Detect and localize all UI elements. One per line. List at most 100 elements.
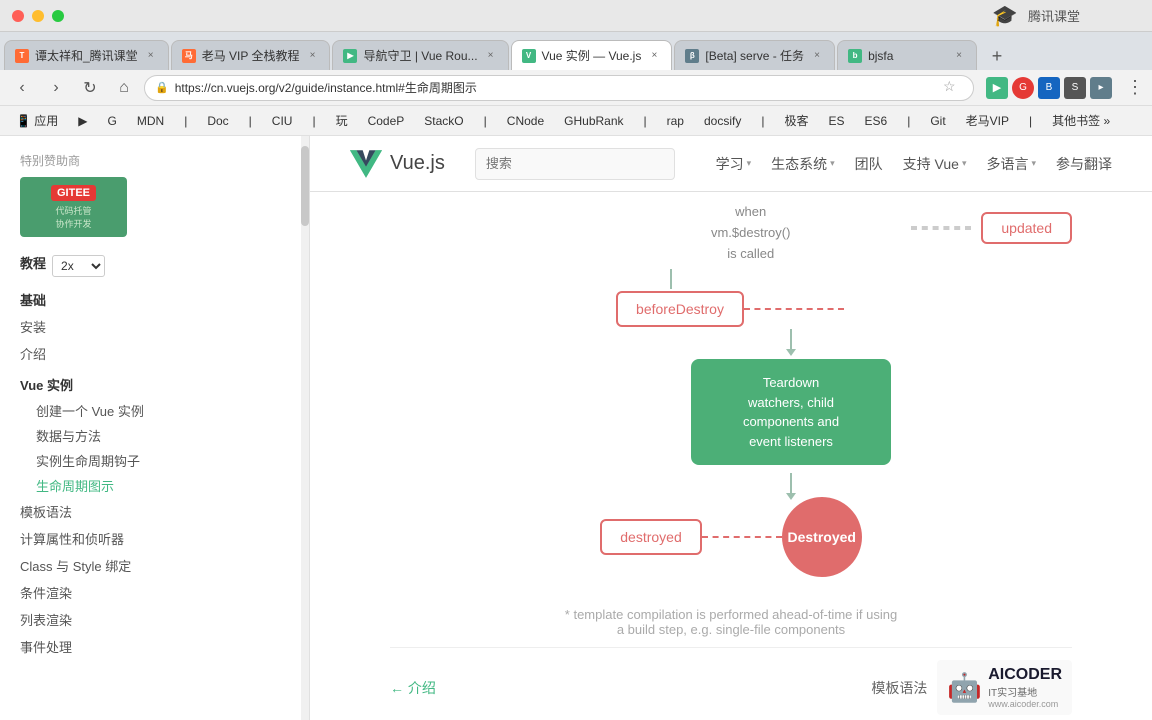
bk-apps[interactable]: 📱 应用 <box>8 110 66 132</box>
nav-computed[interactable]: 计算属性和侦听器 <box>20 525 289 552</box>
bk-es6[interactable]: ES6 <box>857 110 896 132</box>
bk-rap[interactable]: rap <box>659 110 692 132</box>
ad-brand-icon: GITEE <box>51 185 96 201</box>
ext-icon-1[interactable]: ▶ <box>986 77 1008 99</box>
tab-1-close[interactable]: × <box>305 49 319 63</box>
tab-1-favicon: 马 <box>182 49 196 63</box>
teardown-line3: components and <box>711 412 871 432</box>
nav-back-link[interactable]: ← 介绍 <box>390 678 436 698</box>
tab-1[interactable]: 马 老马 VIP 全栈教程 × <box>171 40 331 70</box>
bk-doc[interactable]: Doc <box>199 110 236 132</box>
bk-stacko[interactable]: StackO <box>416 110 471 132</box>
bk-sep2: | <box>241 110 260 132</box>
bk-sep8: | <box>1021 110 1040 132</box>
page-body: 特别赞助商 GITEE 代码托管 协作开发 教程 2x 1x 1.5x 基础 安 <box>0 136 1152 720</box>
sponsor-right: 模板语法 🤖 AICODER IT实习基地 www.aicoder.com <box>871 660 1072 715</box>
tutorial-label: 教程 <box>20 253 46 272</box>
vue-top-nav: Vue.js 学习▾ 生态系统▾ 团队 支持 Vue▾ <box>310 136 1152 192</box>
nav-lifecycle-diagram[interactable]: 生命周期图示 <box>20 473 289 498</box>
bk-ciu[interactable]: CIU <box>264 110 301 132</box>
bk-mdn[interactable]: MDN <box>129 110 172 132</box>
title-bar: 腾讯课堂 <box>0 0 1152 32</box>
bk-google[interactable]: G <box>100 110 125 132</box>
bk-other[interactable]: 其他书签 » <box>1044 110 1118 132</box>
vue-logo-icon <box>350 148 382 180</box>
url-bar[interactable]: 🔒 https://cn.vuejs.org/v2/guide/instance… <box>144 75 974 101</box>
bk-ghubrank[interactable]: GHubRank <box>556 110 631 132</box>
menu-icon[interactable]: ⋮ <box>1126 77 1144 98</box>
main-content: Vue.js 学习▾ 生态系统▾ 团队 支持 Vue▾ <box>310 136 1152 720</box>
search-input[interactable] <box>475 148 675 180</box>
tab-4-close[interactable]: × <box>810 49 824 63</box>
nav-template[interactable]: 模板语法 <box>20 498 289 525</box>
nav-support[interactable]: 支持 Vue▾ <box>903 154 967 174</box>
nav-conditional[interactable]: 条件渲染 <box>20 579 289 606</box>
dashed-connector <box>911 226 971 230</box>
sidebar: 特别赞助商 GITEE 代码托管 协作开发 教程 2x 1x 1.5x 基础 安 <box>0 136 310 720</box>
nav-data-methods[interactable]: 数据与方法 <box>20 423 289 448</box>
nav-contribute[interactable]: 参与翻译 <box>1056 154 1112 174</box>
bk-play[interactable]: 玩 <box>328 110 356 132</box>
bk-codep[interactable]: CodeP <box>360 110 413 132</box>
back-button[interactable]: ‹ <box>8 74 36 102</box>
reload-button[interactable]: ↻ <box>76 74 104 102</box>
tab-5[interactable]: b bjsfa × <box>837 40 977 70</box>
aicoder-site: www.aicoder.com <box>988 699 1062 709</box>
ext-icon-2[interactable]: G <box>1012 77 1034 99</box>
bk-cnode[interactable]: CNode <box>499 110 552 132</box>
nav-intro[interactable]: 介绍 <box>20 340 289 367</box>
sponsor-ad[interactable]: GITEE 代码托管 协作开发 <box>20 177 127 237</box>
tab-0-close[interactable]: × <box>144 49 158 63</box>
maximize-button[interactable] <box>52 10 64 22</box>
ext-icon-4[interactable]: S <box>1064 77 1086 99</box>
nav-forward-label: 模板语法 <box>871 678 927 698</box>
speed-selector[interactable]: 2x 1x 1.5x <box>52 255 105 277</box>
nav-learn[interactable]: 学习▾ <box>716 154 752 174</box>
close-button[interactable] <box>12 10 24 22</box>
before-destroy-box: beforeDestroy <box>616 291 744 327</box>
tab-0-label: 谭太祥和_腾讯课堂 <box>35 47 138 64</box>
minimize-button[interactable] <box>32 10 44 22</box>
tab-3-close[interactable]: × <box>647 49 661 63</box>
nav-install[interactable]: 安装 <box>20 313 289 340</box>
tab-3[interactable]: V Vue 实例 — Vue.js × <box>511 40 673 70</box>
bk-es[interactable]: ES <box>820 110 852 132</box>
url-text: https://cn.vuejs.org/v2/guide/instance.h… <box>175 79 937 96</box>
nav-team[interactable]: 团队 <box>855 154 883 174</box>
bk-docsify[interactable]: docsify <box>696 110 749 132</box>
nav-events[interactable]: 事件处理 <box>20 633 289 660</box>
bk-youtube[interactable]: ▶ <box>70 110 95 132</box>
tab-0[interactable]: T 谭太祥和_腾讯课堂 × <box>4 40 169 70</box>
nav-language[interactable]: 多语言▾ <box>986 154 1036 174</box>
bk-laoma[interactable]: 老马VIP <box>958 110 1017 132</box>
special-sponsor-label: 特别赞助商 <box>20 152 289 169</box>
nav-vue-instance-group[interactable]: Vue 实例 <box>20 367 289 398</box>
nav-list[interactable]: 列表渲染 <box>20 606 289 633</box>
ad-tagline-1: 代码托管 <box>55 204 91 217</box>
bk-sep6: | <box>753 110 772 132</box>
ext-icon-5[interactable]: ▸ <box>1090 77 1112 99</box>
forward-button[interactable]: › <box>42 74 70 102</box>
nav-create-instance[interactable]: 创建一个 Vue 实例 <box>20 398 289 423</box>
bk-git[interactable]: Git <box>922 110 953 132</box>
nav-class-style[interactable]: Class 与 Style 绑定 <box>20 552 289 579</box>
ext-icon-3[interactable]: B <box>1038 77 1060 99</box>
vue-logo[interactable]: Vue.js <box>350 148 445 180</box>
nav-lifecycle-hooks[interactable]: 实例生命周期钩子 <box>20 448 289 473</box>
scrollbar-track <box>301 136 309 720</box>
tab-2-favicon: ▶ <box>343 49 357 63</box>
bookmark-star-icon[interactable]: ☆ <box>943 78 963 98</box>
bk-jijie[interactable]: 极客 <box>776 110 816 132</box>
tab-2-close[interactable]: × <box>484 49 498 63</box>
tab-4[interactable]: β [Beta] serve - 任务 × <box>674 40 835 70</box>
scrollbar-thumb[interactable] <box>301 146 309 226</box>
chevron-down-icon: ▾ <box>747 158 752 169</box>
tab-2[interactable]: ▶ 导航守卫 | Vue Rou... × <box>332 40 508 70</box>
new-tab-button[interactable]: + <box>983 42 1011 70</box>
before-destroy-row: beforeDestroy <box>390 291 1072 327</box>
home-button[interactable]: ⌂ <box>110 74 138 102</box>
tab-5-close[interactable]: × <box>952 49 966 63</box>
destroyed-circle: Destroyed <box>782 497 862 577</box>
address-bar: ‹ › ↻ ⌂ 🔒 https://cn.vuejs.org/v2/guide/… <box>0 70 1152 106</box>
nav-ecosystem[interactable]: 生态系统▾ <box>771 154 835 174</box>
